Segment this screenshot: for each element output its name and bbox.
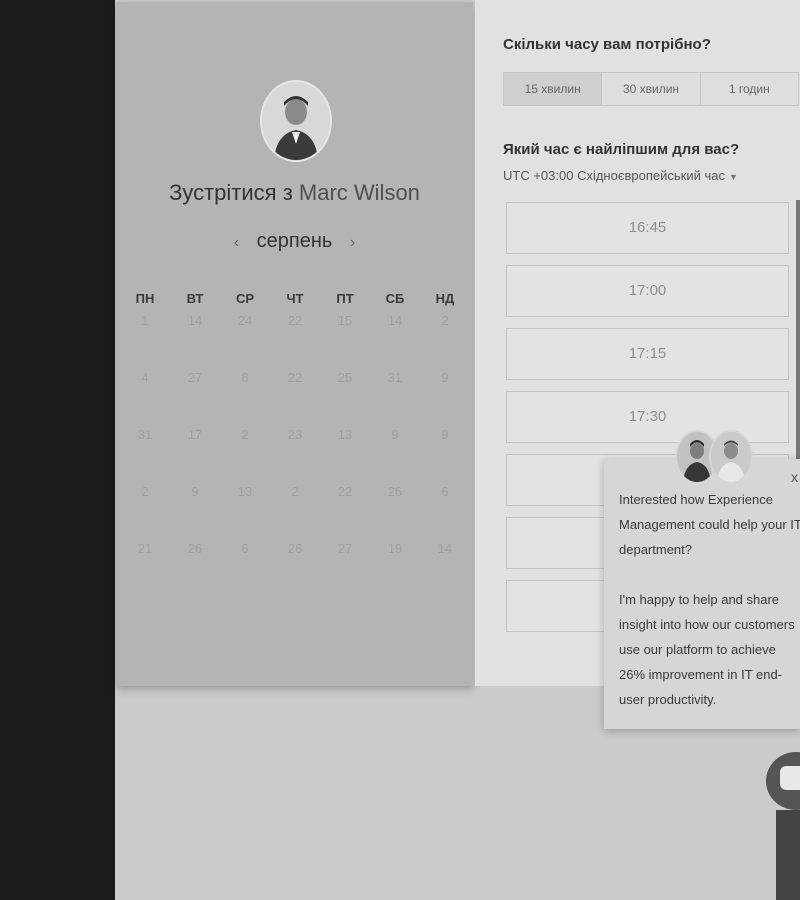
duration-option-60[interactable]: 1 годин <box>701 73 798 105</box>
time-slot[interactable]: 17:15 <box>506 328 789 380</box>
caret-down-icon: ▼ <box>728 172 738 182</box>
host-name: Marc Wilson <box>298 180 420 205</box>
host-title-prefix: Зустрітися з <box>169 180 293 205</box>
calendar-day[interactable]: 2 <box>220 424 270 446</box>
calendar-day[interactable]: 26 <box>270 538 320 560</box>
weekday-header: ПН <box>135 291 155 306</box>
weekday-header: СБ <box>385 291 405 306</box>
calendar-day[interactable]: 17 <box>170 424 220 446</box>
calendar-day[interactable]: 9 <box>420 424 470 446</box>
calendar-day[interactable]: 27 <box>170 367 220 389</box>
calendar-day[interactable]: 2 <box>420 310 470 332</box>
prev-month-button[interactable]: ‹ <box>222 234 251 251</box>
host-heading: Зустрітися з Marc Wilson <box>116 180 473 206</box>
calendar-day[interactable]: 19 <box>370 538 420 560</box>
host-panel: Зустрітися з Marc Wilson ‹ серпень › ПН В… <box>116 2 473 686</box>
duration-selector: 15 хвилин 30 хвилин 1 годин <box>503 72 799 106</box>
calendar-day[interactable]: 31 <box>120 424 170 446</box>
month-label: серпень <box>256 230 333 252</box>
weekday-header: ЧТ <box>286 291 304 306</box>
calendar-day[interactable]: 4 <box>120 367 170 389</box>
close-icon[interactable]: x <box>791 469 798 485</box>
calendar-day[interactable]: 1 <box>120 310 170 332</box>
weekday-header: НД <box>435 291 455 306</box>
calendar-day[interactable]: 22 <box>320 481 370 503</box>
calendar-day[interactable]: 2 <box>270 481 320 503</box>
calendar-day[interactable]: 8 <box>220 367 270 389</box>
chat-message-line-2: I'm happy to help and share insight into… <box>619 592 795 707</box>
weekday-header: СР <box>235 291 255 306</box>
time-slot[interactable]: 17:00 <box>506 265 789 317</box>
calendar-day[interactable]: 9 <box>370 424 420 446</box>
weekday-header: ВТ <box>186 291 204 306</box>
calendar-day[interactable]: 13 <box>220 481 270 503</box>
side-tab <box>776 810 800 900</box>
next-month-button[interactable]: › <box>338 234 367 251</box>
agent-avatar-icon <box>709 430 753 484</box>
chat-message: Interested how Experience Management cou… <box>619 487 800 737</box>
calendar-day[interactable]: 22 <box>270 310 320 332</box>
chat-popup: x Interested how Experience Management c… <box>604 459 800 729</box>
time-question: Який час є найліпшим для вас? <box>503 141 740 158</box>
calendar-day[interactable]: 21 <box>120 538 170 560</box>
calendar-day[interactable]: 14 <box>420 538 470 560</box>
calendar-day[interactable]: 13 <box>320 424 370 446</box>
time-slot[interactable]: 16:45 <box>506 202 789 254</box>
slot-list-scrollbar[interactable] <box>796 200 800 460</box>
duration-option-15[interactable]: 15 хвилин <box>504 73 603 105</box>
weekday-header: ПТ <box>336 291 354 306</box>
calendar-day[interactable]: 26 <box>370 481 420 503</box>
calendar-day[interactable]: 31 <box>370 367 420 389</box>
calendar-day[interactable]: 14 <box>170 310 220 332</box>
host-avatar <box>260 80 332 162</box>
calendar-day[interactable]: 26 <box>170 538 220 560</box>
calendar-day[interactable]: 15 <box>320 310 370 332</box>
calendar-day[interactable]: 2 <box>120 481 170 503</box>
chat-message-line-1: Interested how Experience Management cou… <box>619 492 800 557</box>
chat-bubble-icon <box>780 766 800 790</box>
duration-option-30[interactable]: 30 хвилин <box>602 73 701 105</box>
month-navigator: ‹ серпень › <box>116 230 473 253</box>
calendar-day[interactable]: 25 <box>320 367 370 389</box>
timezone-label: UTC +03:00 Східноєвропейський час <box>503 168 725 183</box>
chat-agent-avatars <box>675 430 755 484</box>
calendar-day[interactable]: 24 <box>220 310 270 332</box>
calendar-day[interactable]: 9 <box>420 367 470 389</box>
calendar-day[interactable]: 9 <box>170 481 220 503</box>
calendar-grid: ПН ВТ СР ЧТ ПТ СБ НД 1 14 24 22 15 14 2 4 27 8 22 25 31 9 31 1… <box>120 288 470 595</box>
calendar-day[interactable]: 27 <box>320 538 370 560</box>
calendar-day[interactable]: 23 <box>270 424 320 446</box>
calendar-day[interactable]: 14 <box>370 310 420 332</box>
calendar-day[interactable]: 6 <box>420 481 470 503</box>
person-avatar-icon <box>262 82 330 160</box>
timezone-dropdown[interactable]: UTC +03:00 Східноєвропейський час ▼ <box>503 168 738 183</box>
duration-question: Скільки часу вам потрібно? <box>503 36 711 53</box>
calendar-day[interactable]: 22 <box>270 367 320 389</box>
calendar-day[interactable]: 6 <box>220 538 270 560</box>
